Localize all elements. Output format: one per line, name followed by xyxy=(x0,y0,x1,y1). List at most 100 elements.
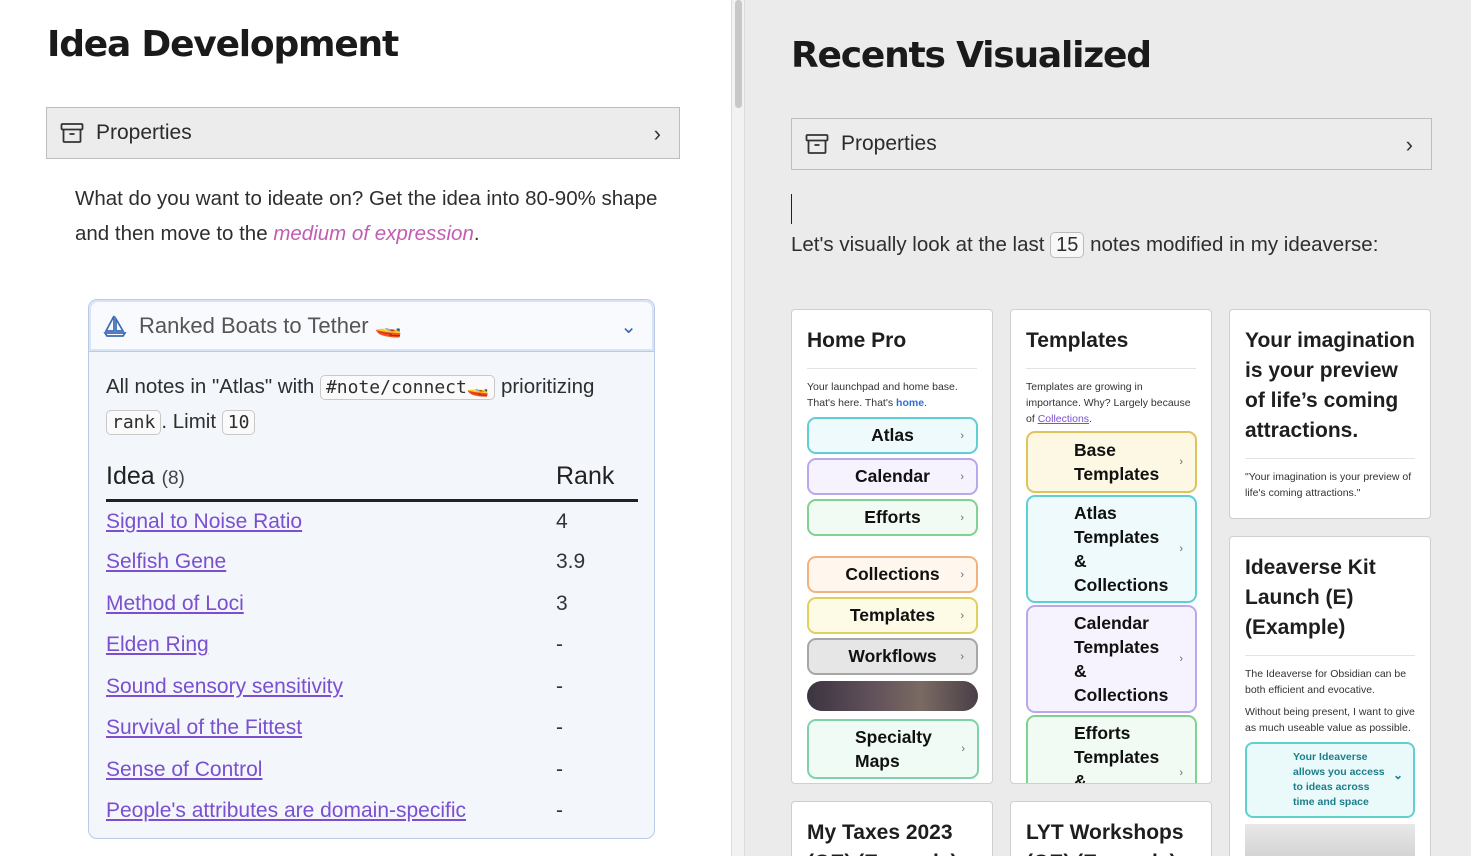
efforts-button[interactable]: Efforts › xyxy=(807,499,978,536)
properties-toggle[interactable]: Properties › xyxy=(46,107,680,159)
page-title: Recents Visualized xyxy=(791,35,1152,76)
efforts-templates-button[interactable]: Efforts Templates & › xyxy=(1026,715,1197,783)
ideaverse-callout[interactable]: Your Ideaverse allows you access to idea… xyxy=(1245,742,1415,818)
properties-toggle[interactable]: Properties › xyxy=(791,118,1432,170)
idea-link[interactable]: Sound sensory sensitivity xyxy=(106,675,343,698)
note-card-lyt-workshops[interactable]: LYT Workshops (OE) (Example) xyxy=(1010,801,1212,856)
button-label: Efforts xyxy=(864,507,921,527)
query-limit: 10 xyxy=(221,410,256,435)
intro-paragraph: What do you want to ideate on? Get the i… xyxy=(75,181,675,251)
callout-text: Your Ideaverse allows you access to idea… xyxy=(1293,751,1385,808)
card-desc-line: importance. Why? Largely because xyxy=(1026,397,1191,409)
query-header-label: Ranked Boats to Tether 🚤 xyxy=(139,312,403,338)
rank-cell: 4 xyxy=(556,509,568,533)
table-row: Method of Loci 3 xyxy=(106,583,638,625)
calendar-button[interactable]: Calendar › xyxy=(807,458,978,495)
card-desc-line: Templates are growing in xyxy=(1026,381,1143,393)
atlas-button[interactable]: Atlas › xyxy=(807,417,978,454)
archive-icon xyxy=(60,123,84,143)
idea-link[interactable]: People's attributes are domain-specific xyxy=(106,799,466,822)
col-idea-label: Idea xyxy=(106,461,155,490)
button-label: Base Templates xyxy=(1074,440,1160,484)
card-desc-end: . xyxy=(924,397,927,409)
chevron-right-icon: › xyxy=(960,568,964,581)
table-row: Survival of the Fittest - xyxy=(106,708,638,750)
col-idea-count: (8) xyxy=(161,467,185,489)
card-description: Your launchpad and home base. That's here… xyxy=(792,369,992,411)
calendar-templates-button[interactable]: Calendar Templates & Collections › xyxy=(1026,605,1197,713)
note-card-templates[interactable]: Templates Templates are growing in import… xyxy=(1010,309,1212,784)
page-title: Idea Development xyxy=(47,24,399,65)
recent-prefix: Let's visually look at the last xyxy=(791,233,1051,256)
card-title: Templates xyxy=(1026,329,1129,352)
col-idea-header[interactable]: Idea (8) xyxy=(106,454,556,502)
card-quote: "Your imagination is your preview of lif… xyxy=(1245,471,1412,499)
recent-count: 15 xyxy=(1050,232,1085,258)
query-desc-prefix: All notes in "Atlas" with xyxy=(106,375,320,398)
card-desc-line: Your launchpad and home base. xyxy=(807,381,958,393)
results-table: Idea (8) Rank Signal to Noise Ratio 4 Sel… xyxy=(106,454,638,832)
atlas-templates-button[interactable]: Atlas Templates & Collections › xyxy=(1026,495,1197,603)
note-card-home-pro[interactable]: Home Pro Your launchpad and home base. Th… xyxy=(791,309,993,784)
note-card-taxes[interactable]: My Taxes 2023 (OE) (Example) xyxy=(791,801,993,856)
maps-banner-image[interactable] xyxy=(807,681,978,711)
chevron-right-icon: › xyxy=(1405,132,1413,157)
templates-button[interactable]: Templates › xyxy=(807,597,978,634)
query-header[interactable]: Ranked Boats to Tether 🚤 ⌄ xyxy=(89,300,654,352)
card-title: Ideaverse Kit Launch (E) (Example) xyxy=(1245,556,1376,639)
left-pane: Idea Development Properties › What do yo… xyxy=(0,0,731,856)
properties-label: Properties xyxy=(841,132,937,155)
rank-cell: - xyxy=(556,674,563,698)
collections-link[interactable]: Collections xyxy=(1038,413,1089,425)
rank-cell: 3 xyxy=(556,591,568,615)
card-description: The Ideaverse for Obsidian can be both e… xyxy=(1245,668,1407,696)
chevron-right-icon: › xyxy=(960,511,964,524)
scrollbar-thumb[interactable] xyxy=(735,0,742,108)
query-tag: #note/connect🚤 xyxy=(319,375,496,400)
button-label: Collections xyxy=(845,564,940,584)
workflows-button[interactable]: Workflows › xyxy=(807,638,978,675)
idea-link[interactable]: Elden Ring xyxy=(106,633,209,656)
specialty-maps-button[interactable]: Specialty Maps › xyxy=(807,719,979,779)
collections-button[interactable]: Collections › xyxy=(807,556,978,593)
card-desc-line: That's here. That's xyxy=(807,397,897,409)
note-card-ideaverse-kit[interactable]: Ideaverse Kit Launch (E) (Example) The I… xyxy=(1229,536,1431,856)
idea-link[interactable]: Signal to Noise Ratio xyxy=(106,510,302,533)
card-desc-line: of xyxy=(1026,413,1038,425)
table-row: People's attributes are domain-specific - xyxy=(106,791,638,833)
medium-of-expression-link[interactable]: medium of expression xyxy=(273,222,474,245)
idea-link[interactable]: Survival of the Fittest xyxy=(106,716,302,739)
home-link[interactable]: home xyxy=(896,397,924,409)
col-rank-header[interactable]: Rank xyxy=(556,454,638,502)
note-card-imagination[interactable]: Your imagination is your preview of life… xyxy=(1229,309,1431,519)
idea-link[interactable]: Sense of Control xyxy=(106,758,262,781)
button-label: Workflows xyxy=(848,646,937,666)
button-label: Atlas Templates & Collections xyxy=(1074,503,1169,595)
base-templates-button[interactable]: Base Templates › xyxy=(1026,431,1197,493)
card-description: Without being present, I want to give as… xyxy=(1245,706,1415,734)
idea-link[interactable]: Method of Loci xyxy=(106,592,244,615)
chevron-down-icon[interactable]: ⌄ xyxy=(620,314,637,339)
button-label: Atlas xyxy=(871,425,914,445)
right-pane: Recents Visualized Properties › Let's vi… xyxy=(745,0,1471,856)
recent-paragraph: Let's visually look at the last 15 notes… xyxy=(791,227,1461,263)
query-desc-limit: . Limit xyxy=(161,410,222,433)
pane-divider[interactable] xyxy=(731,0,745,856)
chevron-right-icon: › xyxy=(960,429,964,442)
card-title: LYT Workshops (OE) (Example) xyxy=(1026,821,1184,856)
rank-cell: - xyxy=(556,757,563,781)
rank-cell: - xyxy=(556,633,563,657)
table-row: Sense of Control - xyxy=(106,749,638,791)
query-sort-field: rank xyxy=(106,410,162,435)
button-label: Calendar Templates & Collections xyxy=(1074,613,1169,705)
properties-label: Properties xyxy=(96,121,192,144)
card-desc-end: . xyxy=(1089,413,1092,425)
idea-link[interactable]: Selfish Gene xyxy=(106,550,226,573)
chevron-right-icon: › xyxy=(960,470,964,483)
rank-cell: - xyxy=(556,799,563,823)
chevron-right-icon: › xyxy=(1179,543,1183,555)
card-title: My Taxes 2023 (OE) (Example) xyxy=(807,821,958,856)
chevron-right-icon: › xyxy=(1179,456,1183,468)
table-row: Sound sensory sensitivity - xyxy=(106,666,638,708)
intro-end: . xyxy=(473,222,480,245)
